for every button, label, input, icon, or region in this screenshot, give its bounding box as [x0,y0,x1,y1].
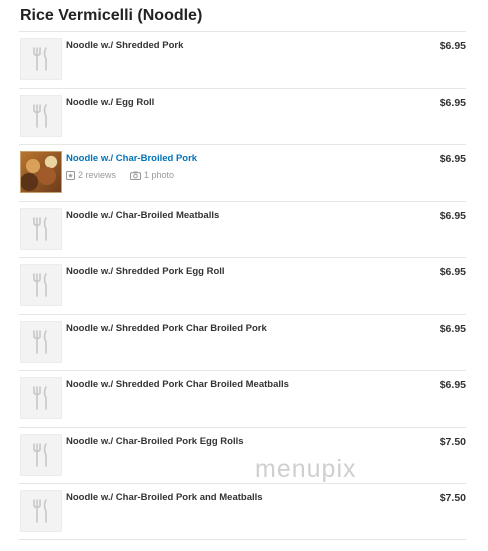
fork-knife-icon [20,38,62,80]
menu-item[interactable]: Noodle w./ Char-Broiled Pork Egg Rolls $… [19,426,466,484]
menu-list: Noodle w./ Shredded Pork $6.95 Noodle w.… [19,31,466,540]
item-meta: 2 reviews 1 photo [66,170,174,180]
item-name-link[interactable]: Noodle w./ Char-Broiled Pork [66,153,197,164]
fork-knife-icon [20,320,62,363]
item-name: Noodle w./ Shredded Pork Char Broiled Po… [66,322,267,334]
camera-icon [130,171,142,180]
fork-knife-icon [20,207,62,250]
item-name: Noodle w./ Char-Broiled Pork and Meatbal… [66,492,263,503]
item-price: $6.95 [439,40,466,52]
menu-item[interactable]: Noodle w./ Char-Broiled Pork 2 reviews 1… [19,144,466,201]
menu-item[interactable]: Noodle w./ Char-Broiled Pork and Meatbal… [19,483,466,540]
fork-knife-icon [20,490,62,532]
menu-item[interactable]: Noodle w./ Egg Roll $6.95 [19,87,466,145]
reviews-count[interactable]: 2 reviews [78,170,116,180]
menu-item[interactable]: Noodle w./ Char-Broiled Meatballs $6.95 [19,200,466,258]
menu-item[interactable]: Noodle w./ Shredded Pork Char Broiled Me… [19,370,466,427]
fork-knife-icon [20,433,62,476]
item-name: Noodle w./ Shredded Pork [66,40,184,51]
menu-item[interactable]: Noodle w./ Shredded Pork Char Broiled Po… [19,313,466,371]
item-name: Noodle w./ Char-Broiled Pork Egg Rolls [66,435,244,447]
menu-item[interactable]: Noodle w./ Shredded Pork $6.95 [19,31,466,88]
item-price: $7.50 [439,435,466,448]
photos-count[interactable]: 1 photo [144,170,174,180]
item-name: Noodle w./ Shredded Pork Egg Roll [66,266,225,277]
item-price: $6.95 [439,266,466,278]
item-price: $6.95 [439,209,466,222]
item-price: $6.95 [439,96,466,109]
watermark: menupix [255,455,357,483]
item-name: Noodle w./ Shredded Pork Char Broiled Me… [66,379,289,390]
menu-item[interactable]: Noodle w./ Shredded Pork Egg Roll $6.95 [19,257,466,314]
item-price: $6.95 [439,153,466,165]
fork-knife-icon [20,377,62,419]
item-name: Noodle w./ Char-Broiled Meatballs [66,209,220,221]
food-photo[interactable] [20,151,62,193]
review-icon [66,170,75,180]
section-title: Rice Vermicelli (Noodle) [20,7,203,24]
item-price: $6.95 [439,379,466,391]
item-price: $6.95 [439,322,466,335]
item-name: Noodle w./ Egg Roll [66,96,155,108]
item-price: $7.50 [439,492,466,504]
fork-knife-icon [20,94,62,137]
fork-knife-icon [20,264,62,306]
